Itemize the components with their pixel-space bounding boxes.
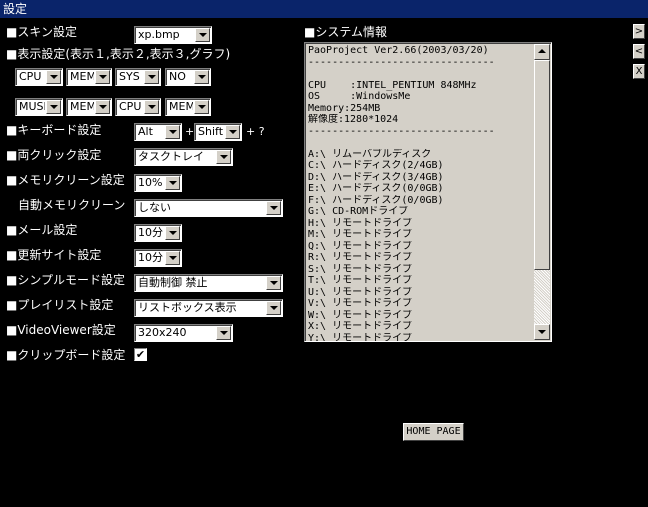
- system-info-line: W:\ リモートドライブ: [308, 309, 413, 321]
- system-info-line: E:\ ハードディスク(0/0GB): [308, 183, 444, 194]
- chevron-down-icon[interactable]: [46, 70, 61, 84]
- system-info-line: A:\ リムーバブルディスク: [308, 148, 432, 160]
- chevron-down-icon[interactable]: [165, 125, 180, 139]
- graph-row2-select[interactable]: MEM: [165, 98, 211, 116]
- chevron-down-icon[interactable]: [165, 176, 180, 190]
- system-info-line: C:\ ハードディスク(2/4GB): [308, 160, 444, 171]
- keyboard-plus: +: [185, 125, 195, 138]
- display3-row1-select[interactable]: SYS: [115, 68, 161, 86]
- keyboard-label: ■キーボード設定: [6, 123, 102, 137]
- system-info-line: 解像度:1280*1024: [308, 114, 399, 125]
- system-info-line: G:\ CD-ROMドライブ: [308, 206, 409, 217]
- clipboard-label: ■クリップボード設定: [6, 348, 126, 362]
- mail-label: ■メール設定: [6, 223, 78, 237]
- chevron-down-icon[interactable]: [46, 100, 61, 114]
- system-info-line: -------------------------------: [308, 56, 495, 68]
- system-info-label: ■システム情報: [304, 25, 387, 39]
- viewer-label: ■VideoViewer設定: [6, 323, 116, 337]
- system-info-line: S:\ リモートドライブ: [308, 263, 413, 275]
- doubleclick-select[interactable]: タスクトレイ: [134, 148, 233, 166]
- automem-label: 自動メモリクリーン: [18, 198, 126, 212]
- chevron-down-icon[interactable]: [165, 251, 180, 265]
- keyboard-mod2-select[interactable]: Shift: [194, 123, 242, 141]
- chevron-down-icon[interactable]: [95, 100, 110, 114]
- system-info-line: H:\ リモートドライブ: [308, 217, 413, 229]
- system-info-line: OS :WindowsMe: [308, 91, 411, 102]
- system-info-line: PaoProject Ver2.66(2003/03/20): [308, 45, 489, 56]
- chevron-down-icon[interactable]: [144, 100, 159, 114]
- chevron-down-icon[interactable]: [266, 276, 281, 290]
- system-info-line: Y:\ リモートドライブ: [308, 332, 413, 342]
- display3-row2-select[interactable]: CPU: [115, 98, 161, 116]
- viewer-select[interactable]: 320x240: [134, 324, 233, 342]
- display2-row2-select[interactable]: MEM: [66, 98, 112, 116]
- system-info-line: V:\ リモートドライブ: [308, 298, 413, 309]
- chevron-down-icon[interactable]: [194, 70, 209, 84]
- display2-row1-select[interactable]: MEM: [66, 68, 112, 86]
- system-info-line: [308, 68, 534, 80]
- update-select[interactable]: 10分: [134, 249, 182, 267]
- memclean-label: ■メモリクリーン設定: [6, 173, 125, 187]
- system-info-line: D:\ ハードディスク(3/4GB): [308, 171, 444, 183]
- graph-row1-select[interactable]: NO: [165, 68, 211, 86]
- skin-select-value: xp.bmp: [138, 28, 180, 41]
- system-info-line: CPU :INTEL_PENTIUM 848MHz: [308, 79, 477, 91]
- system-info-line: X:\ リモートドライブ: [308, 321, 413, 332]
- next-button[interactable]: >: [633, 24, 645, 39]
- display1-row2-select[interactable]: MUSIC: [15, 98, 63, 116]
- system-info-line: Q:\ リモートドライブ: [308, 240, 413, 252]
- system-info-line: U:\ リモートドライブ: [308, 286, 413, 298]
- window-title: 設定: [0, 0, 648, 18]
- playlist-select[interactable]: リストボックス表示: [134, 299, 283, 317]
- chevron-down-icon[interactable]: [194, 100, 209, 114]
- chevron-down-icon[interactable]: [144, 70, 159, 84]
- chevron-down-icon[interactable]: [95, 70, 110, 84]
- skin-label: ■スキン設定: [6, 25, 77, 39]
- system-info-line: -------------------------------: [308, 125, 495, 137]
- chevron-down-icon[interactable]: [266, 201, 281, 215]
- keyboard-key: + ?: [246, 125, 265, 138]
- skin-select[interactable]: xp.bmp: [134, 26, 212, 44]
- prev-button[interactable]: <: [633, 44, 645, 59]
- scroll-up-icon[interactable]: [534, 44, 550, 60]
- doubleclick-label: ■両クリック設定: [6, 148, 102, 162]
- chevron-down-icon[interactable]: [266, 301, 281, 315]
- keyboard-mod1-select[interactable]: Alt: [134, 123, 182, 141]
- chevron-down-icon[interactable]: [195, 28, 210, 42]
- system-info-line: T:\ リモートドライブ: [308, 275, 413, 286]
- chevron-down-icon[interactable]: [216, 150, 231, 164]
- playlist-label: ■プレイリスト設定: [6, 298, 114, 312]
- memclean-select[interactable]: 10%: [134, 174, 182, 192]
- simple-select[interactable]: 自動制御 禁止: [134, 274, 283, 292]
- clipboard-checkbox[interactable]: ✔: [134, 348, 147, 361]
- chevron-down-icon[interactable]: [225, 125, 240, 139]
- home-page-button[interactable]: HOME PAGE: [403, 423, 464, 441]
- system-info-line: [308, 137, 534, 149]
- chevron-down-icon[interactable]: [165, 226, 180, 240]
- display-label: ■表示設定(表示１,表示２,表示３,グラフ): [6, 47, 231, 61]
- scroll-down-icon[interactable]: [534, 324, 550, 340]
- display1-row1-select[interactable]: CPU: [15, 68, 63, 86]
- system-info-scrollbar[interactable]: [534, 44, 550, 340]
- system-info-line: Memory:254MB: [308, 102, 381, 114]
- system-info-line: M:\ リモートドライブ: [308, 229, 413, 240]
- mail-select[interactable]: 10分: [134, 224, 182, 242]
- system-info-content: PaoProject Ver2.66(2003/03/20) ----------…: [308, 45, 534, 342]
- system-info-line: R:\ リモートドライブ: [308, 252, 413, 263]
- chevron-down-icon[interactable]: [216, 326, 231, 340]
- automem-select[interactable]: しない: [134, 199, 283, 217]
- system-info-line: F:\ ハードディスク(0/0GB): [308, 194, 444, 206]
- simple-label: ■シンプルモード設定: [6, 273, 125, 287]
- scroll-thumb[interactable]: [534, 60, 550, 270]
- system-info-textbox[interactable]: PaoProject Ver2.66(2003/03/20) ----------…: [304, 42, 552, 342]
- update-label: ■更新サイト設定: [6, 248, 102, 262]
- close-button[interactable]: X: [633, 64, 645, 79]
